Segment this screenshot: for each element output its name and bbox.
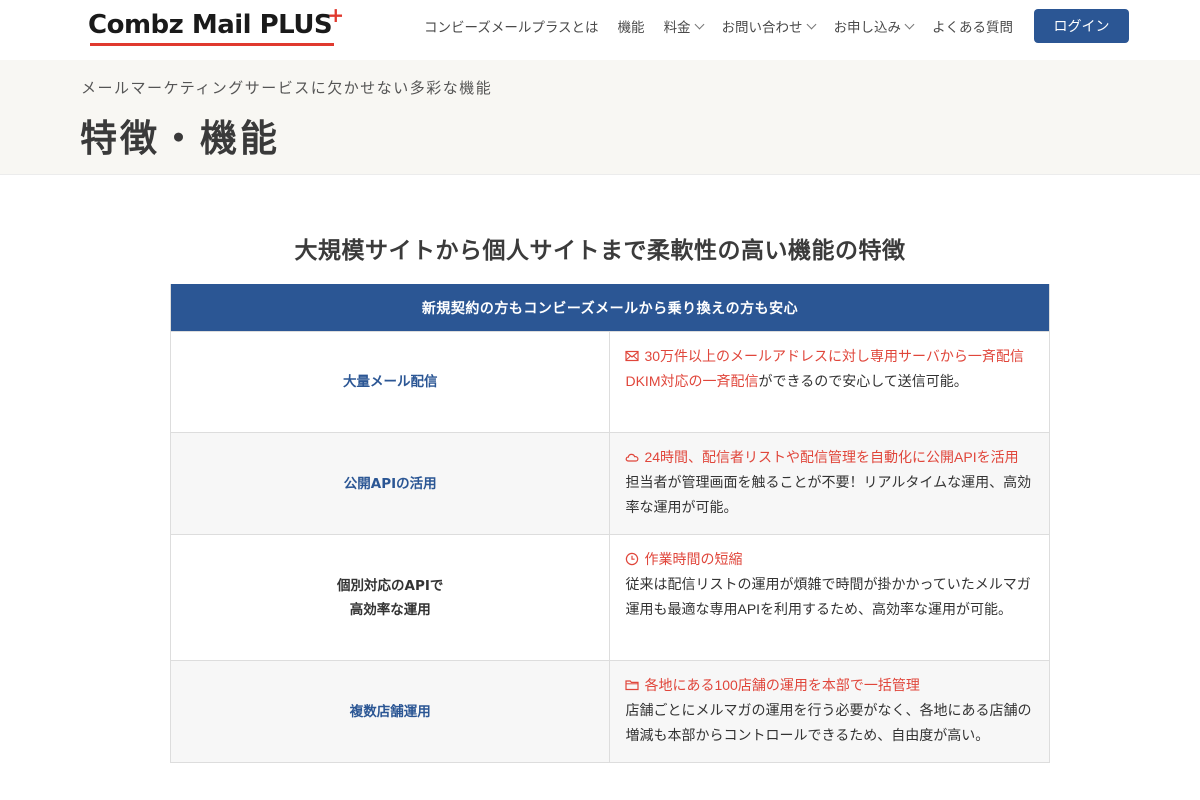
page-title: 特徴・機能 — [80, 117, 280, 160]
feature-highlight: 30万件以上のメールアドレスに対し専用サーバから一斉配信 — [644, 348, 1024, 364]
nav-item-contact[interactable]: お問い合わせ — [721, 16, 817, 36]
feature-description: 30万件以上のメールアドレスに対し専用サーバから一斉配信 DKIM対応の一斉配信… — [610, 332, 1049, 432]
login-button[interactable]: ログイン — [1034, 9, 1129, 43]
nav-item-label: 機能 — [617, 20, 645, 35]
nav-item-faq[interactable]: よくある質問 — [932, 16, 1013, 36]
feature-description: 各地にある100店舗の運用を本部で一括管理 店舗ごとにメルマガの運用を行う必要が… — [610, 661, 1049, 762]
cloud-icon — [625, 450, 639, 464]
feature-body: 従来は配信リストの運用が煩雑で時間が掛かかっていたメルマガ運用も最適な専用API… — [625, 576, 1031, 617]
feature-highlight: 24時間、配信者リストや配信管理を自動化に公開APIを活用 — [644, 449, 1019, 465]
nav-item-label: コンビーズメールプラスとは — [424, 20, 599, 35]
feature-highlight-2: DKIM対応の一斉配信 — [625, 373, 759, 389]
table-row: 個別対応のAPIで 高効率な運用 作業時間の短縮 従来は配信リストの運用が煩雑で… — [171, 534, 1049, 660]
feature-label: 複数店舗運用 — [171, 661, 611, 762]
feature-label-text-2: 高効率な運用 — [349, 601, 431, 618]
nav-item-features[interactable]: 機能 — [618, 16, 645, 36]
feature-body: 店舗ごとにメルマガの運用を行う必要がなく、各地にある店舗の増減も本部からコントロ… — [625, 702, 1032, 743]
nav-item-label: よくある質問 — [932, 20, 1014, 35]
feature-highlight: 作業時間の短縮 — [644, 551, 743, 567]
chevron-down-icon — [694, 19, 705, 29]
feature-body: 担当者が管理画面を触ることが不要！リアルタイムな運用、高効率な運用が可能。 — [625, 474, 1032, 515]
feature-body: ができるので安心して送信可能。 — [758, 373, 968, 389]
feature-description: 24時間、配信者リストや配信管理を自動化に公開APIを活用 担当者が管理画面を触… — [610, 433, 1049, 534]
feature-label-text: 複数店舗運用 — [349, 703, 431, 720]
nav-item-label: お申し込み — [833, 20, 902, 35]
nav-item-pricing[interactable]: 料金 — [663, 16, 705, 36]
logo-text: Combz Mail PLUS — [88, 10, 333, 40]
feature-label: 大量メール配信 — [171, 332, 611, 432]
table-header: 新規契約の方もコンビーズメールから乗り換えの方も安心 — [171, 284, 1049, 331]
clock-icon — [625, 552, 639, 566]
feature-description: 作業時間の短縮 従来は配信リストの運用が煩雑で時間が掛かかっていたメルマガ運用も… — [610, 535, 1049, 660]
nav-item-about[interactable]: コンビーズメールプラスとは — [424, 16, 599, 36]
logo-plus-mark: + — [327, 3, 345, 27]
feature-highlight: 各地にある100店舗の運用を本部で一括管理 — [644, 677, 920, 693]
nav-item-label: 料金 — [663, 20, 691, 35]
envelope-icon — [625, 349, 640, 363]
table-row: 大量メール配信 30万件以上のメールアドレスに対し専用サーバから一斉配信 DKI… — [171, 331, 1049, 432]
table-row: 公開APIの活用 24時間、配信者リストや配信管理を自動化に公開APIを活用 担… — [171, 432, 1049, 534]
chevron-down-icon — [904, 19, 915, 29]
logo-underline — [90, 43, 334, 46]
nav-item-label: お問い合わせ — [721, 20, 803, 35]
page-hero: メールマーケティングサービスに欠かせない多彩な機能 特徴・機能 — [0, 60, 1200, 175]
feature-table: 新規契約の方もコンビーズメールから乗り換えの方も安心 大量メール配信 30万件以… — [170, 284, 1050, 763]
site-header: Combz Mail PLUS + コンビーズメールプラスとは 機能 料金 お問… — [0, 0, 1200, 60]
site-logo[interactable]: Combz Mail PLUS + — [88, 5, 344, 49]
feature-label-text: 大量メール配信 — [342, 374, 438, 390]
folder-icon — [625, 678, 640, 692]
main-nav: コンビーズメールプラスとは 機能 料金 お問い合わせ お申し込み よくある質問 — [424, 0, 1013, 52]
feature-label: 個別対応のAPIで 高効率な運用 — [171, 535, 611, 660]
feature-label: 公開APIの活用 — [171, 433, 611, 534]
section-title: 大規模サイトから個人サイトまで柔軟性の高い機能の特徴 — [294, 238, 906, 264]
feature-label-text: 公開APIの活用 — [343, 475, 437, 492]
chevron-down-icon — [806, 19, 817, 29]
page-subtitle: メールマーケティングサービスに欠かせない多彩な機能 — [81, 80, 493, 97]
feature-label-text: 個別対応のAPIで — [337, 577, 444, 594]
nav-item-apply[interactable]: お申し込み — [833, 16, 915, 36]
table-row: 複数店舗運用 各地にある100店舗の運用を本部で一括管理 店舗ごとにメルマガの運… — [171, 660, 1049, 762]
